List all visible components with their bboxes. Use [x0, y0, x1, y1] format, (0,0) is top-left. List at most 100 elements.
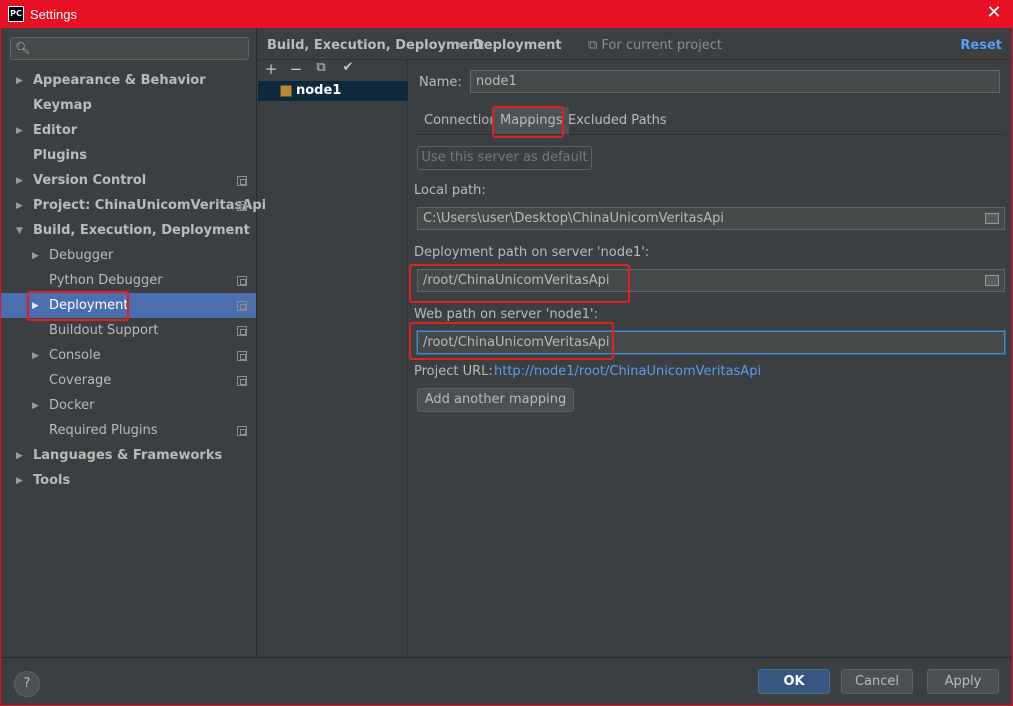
tab-excluded-paths[interactable]: Excluded Paths — [562, 107, 673, 134]
collapsed-arrow-icon[interactable]: ▶ — [16, 201, 23, 211]
sidebar-item-label: Editor — [33, 123, 78, 138]
server-icon — [280, 85, 292, 97]
sidebar-item-label: Console — [49, 348, 101, 363]
collapsed-arrow-icon[interactable]: ▶ — [16, 176, 23, 186]
sidebar-item-label: Coverage — [49, 373, 112, 388]
sidebar-item-console[interactable]: ▶ Console — [1, 343, 256, 368]
sidebar-item-docker[interactable]: ▶ Docker — [1, 393, 256, 418]
reset-button[interactable]: Reset — [960, 38, 1002, 53]
sidebar-item-buildout-support[interactable]: Buildout Support — [1, 318, 256, 343]
ok-button[interactable]: OK — [758, 669, 830, 694]
sidebar-item-plugins[interactable]: Plugins — [1, 143, 256, 168]
deployment-config-form: Name: node1 Connection Mappings Excluded… — [409, 60, 1012, 657]
sidebar-item-version-control[interactable]: ▶ Version Control — [1, 168, 256, 193]
project-url-link[interactable]: http://node1/root/ChinaUnicomVeritasApi — [494, 364, 761, 379]
server-name: node1 — [296, 83, 342, 98]
collapsed-arrow-icon[interactable]: ▶ — [16, 126, 23, 136]
copy-server-icon[interactable]: ⧉ — [310, 60, 332, 80]
pycharm-app-icon: PC — [8, 6, 24, 22]
project-scope-icon — [237, 300, 247, 311]
sidebar-item-tools[interactable]: ▶ Tools — [1, 468, 256, 493]
collapsed-arrow-icon[interactable]: ▶ — [32, 251, 39, 261]
collapsed-arrow-icon[interactable]: ▶ — [32, 351, 39, 361]
sidebar-item-label: Version Control — [33, 173, 147, 188]
server-name-input[interactable]: node1 — [470, 70, 1000, 93]
project-scope-icon — [237, 350, 247, 361]
web-path-input[interactable]: /root/ChinaUnicomVeritasApi — [417, 331, 1005, 354]
tab-connection[interactable]: Connection — [418, 107, 504, 134]
settings-sidebar: 🔍︎ ▶ Appearance & Behavior Keymap ▶ Editor Pl… — [1, 28, 266, 657]
breadcrumb-separator: › — [457, 38, 463, 53]
tabs-divider — [415, 134, 1005, 135]
sidebar-item-editor[interactable]: ▶ Editor — [1, 118, 256, 143]
collapsed-arrow-icon[interactable]: ▶ — [32, 401, 39, 411]
close-icon[interactable]: ✕ — [985, 4, 1003, 22]
breadcrumb-parent[interactable]: Build, Execution, Deployment — [267, 38, 484, 53]
dialog-footer: ? OK Cancel Apply — [1, 657, 1012, 705]
sidebar-item-coverage[interactable]: Coverage — [1, 368, 256, 393]
name-label: Name: — [419, 75, 462, 90]
sidebar-item-label: Plugins — [33, 148, 87, 163]
breadcrumb-current: Deployment — [473, 38, 562, 53]
collapsed-arrow-icon[interactable]: ▶ — [32, 301, 39, 311]
expanded-arrow-icon[interactable]: ▼ — [16, 226, 23, 236]
sidebar-item-label: Required Plugins — [49, 423, 158, 438]
help-button[interactable]: ? — [14, 671, 40, 697]
server-list-item[interactable]: node1 — [258, 81, 408, 101]
sidebar-item-label: Deployment — [49, 298, 129, 313]
sidebar-item-label: Project: ChinaUnicomVeritasApi — [33, 198, 267, 213]
browse-folder-icon[interactable] — [985, 213, 999, 224]
sidebar-item-label: Keymap — [33, 98, 92, 113]
local-path-value: C:\Users\user\Desktop\ChinaUnicomVeritas… — [423, 211, 725, 226]
collapsed-arrow-icon[interactable]: ▶ — [16, 76, 23, 86]
sidebar-item-languages-frameworks[interactable]: ▶ Languages & Frameworks — [1, 443, 256, 468]
sidebar-item-label: Debugger — [49, 248, 114, 263]
deployment-path-label: Deployment path on server 'node1': — [414, 245, 650, 260]
local-path-label: Local path: — [414, 183, 486, 198]
settings-header: Build, Execution, Deployment › Deploymen… — [258, 28, 1012, 60]
local-path-input[interactable]: C:\Users\user\Desktop\ChinaUnicomVeritas… — [417, 207, 1005, 230]
server-list-panel: + − ⧉ ✔ node1 — [258, 60, 408, 657]
collapsed-arrow-icon[interactable]: ▶ — [16, 451, 23, 461]
sidebar-item-python-debugger[interactable]: Python Debugger — [1, 268, 256, 293]
settings-search-input[interactable]: 🔍︎ — [10, 37, 249, 60]
sidebar-item-project-chinaunicomveritasapi[interactable]: ▶ Project: ChinaUnicomVeritasApi — [1, 193, 266, 218]
sidebar-item-required-plugins[interactable]: Required Plugins — [1, 418, 256, 443]
web-path-label: Web path on server 'node1': — [414, 307, 599, 322]
cancel-button[interactable]: Cancel — [841, 669, 913, 694]
sidebar-item-label: Appearance & Behavior — [33, 73, 206, 88]
deployment-path-value: /root/ChinaUnicomVeritasApi — [423, 273, 610, 288]
sidebar-item-appearance-behavior[interactable]: ▶ Appearance & Behavior — [1, 68, 256, 93]
project-scope-icon — [237, 200, 247, 211]
sidebar-item-label: Buildout Support — [49, 323, 159, 338]
tab-mappings[interactable]: Mappings — [494, 107, 569, 134]
sidebar-item-label: Languages & Frameworks — [33, 448, 223, 463]
sidebar-item-label: Build, Execution, Deployment — [33, 223, 250, 238]
for-current-project-label: ⧉ For current project — [588, 38, 723, 53]
collapsed-arrow-icon[interactable]: ▶ — [16, 476, 23, 486]
browse-folder-icon[interactable] — [985, 275, 999, 286]
deployment-path-input[interactable]: /root/ChinaUnicomVeritasApi — [417, 269, 1005, 292]
project-scope-icon — [237, 275, 247, 286]
add-another-mapping-button[interactable]: Add another mapping — [417, 388, 574, 412]
sidebar-item-debugger[interactable]: ▶ Debugger — [1, 243, 256, 268]
project-scope-icon — [237, 175, 247, 186]
sidebar-item-label: Docker — [49, 398, 95, 413]
add-server-icon[interactable]: + — [260, 60, 282, 80]
set-default-check-icon[interactable]: ✔ — [337, 60, 359, 80]
window-title: Settings — [30, 6, 77, 22]
project-scope-icon — [237, 425, 247, 436]
sidebar-item-keymap[interactable]: Keymap — [1, 93, 256, 118]
apply-button[interactable]: Apply — [927, 669, 999, 694]
sidebar-item-label: Python Debugger — [49, 273, 163, 288]
title-bar: PC Settings ✕ — [0, 0, 1013, 28]
project-scope-icon — [237, 375, 247, 386]
project-scope-icon: ⧉ — [588, 38, 602, 53]
project-scope-icon — [237, 325, 247, 336]
sidebar-item-build-execution-deployment[interactable]: ▼ Build, Execution, Deployment — [1, 218, 256, 243]
search-icon: 🔍︎ — [15, 41, 31, 55]
sidebar-item-deployment[interactable]: ▶ Deployment — [1, 293, 256, 318]
remove-server-icon[interactable]: − — [285, 60, 307, 80]
sidebar-item-label: Tools — [33, 473, 71, 488]
use-as-default-button[interactable]: Use this server as default — [417, 146, 592, 170]
